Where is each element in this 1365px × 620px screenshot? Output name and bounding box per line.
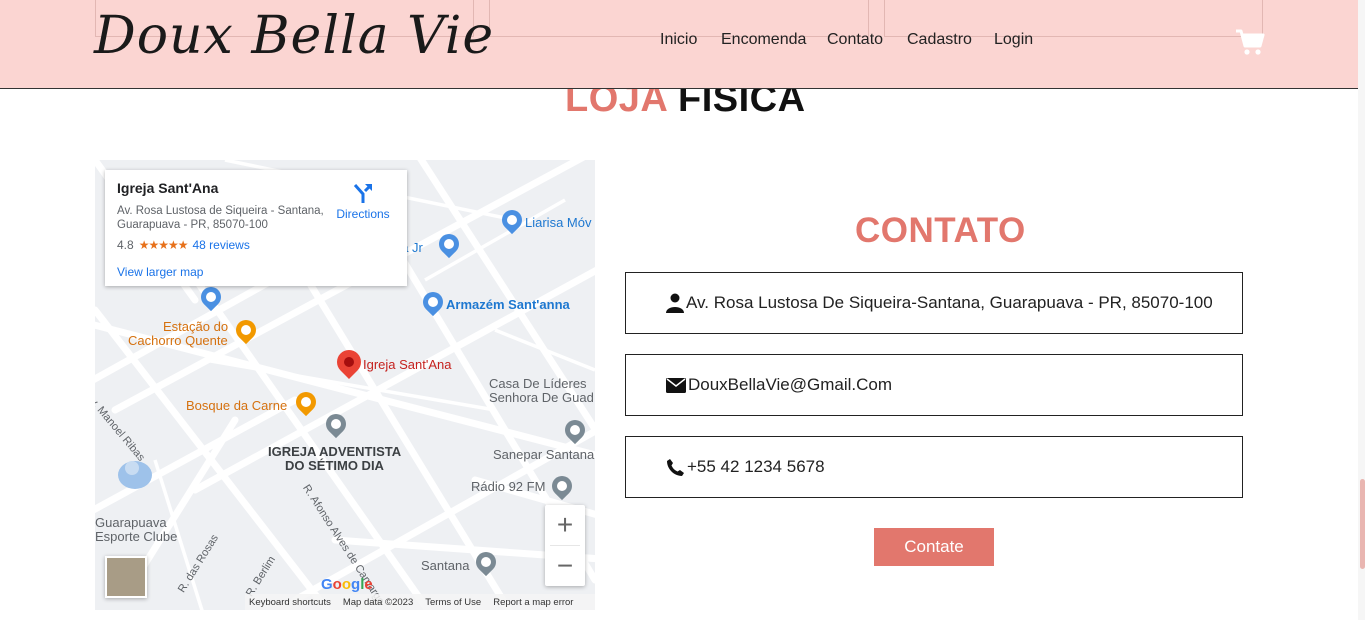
poi-igreja-santana[interactable]: Igreja Sant'Ana: [363, 358, 452, 372]
satellite-view-toggle[interactable]: [105, 556, 147, 598]
site-header: Doux Bella Vie Inicio Encomenda Contato …: [0, 0, 1358, 89]
nav-cadastro[interactable]: Cadastro: [907, 31, 972, 49]
nav-contato[interactable]: Contato: [827, 31, 883, 49]
phone-icon: [667, 458, 684, 476]
nav-inicio[interactable]: Inicio: [660, 31, 697, 49]
map-place-card: Igreja Sant'Ana Av. Rosa Lustosa de Siqu…: [105, 170, 407, 286]
place-address: Av. Rosa Lustosa de Siqueira - Santana, …: [117, 205, 324, 231]
rating-value: 4.8: [117, 238, 134, 252]
store-map[interactable]: Liarisa Móv ria Jr Armazém Sant'anna Est…: [95, 160, 595, 610]
poi-sanepar[interactable]: Sanepar Santana: [493, 448, 594, 462]
contact-phone: +55 42 1234 5678: [687, 457, 825, 476]
poi-guarapuava-line2[interactable]: Esporte Clube: [95, 530, 177, 544]
terms-of-use-link[interactable]: Terms of Use: [425, 597, 481, 608]
site-logo[interactable]: Doux Bella Vie: [94, 6, 494, 66]
poi-bosque-da-carne[interactable]: Bosque da Carne: [186, 399, 287, 413]
contact-address-box: Av. Rosa Lustosa De Siqueira-Santana, Gu…: [625, 272, 1243, 334]
poi-adventista-line1[interactable]: IGREJA ADVENTISTA: [268, 445, 401, 459]
map-data-label: Map data ©2023: [342, 596, 414, 608]
poi-casa-line1[interactable]: Casa De Líderes: [489, 377, 587, 391]
page-scrollbar-thumb[interactable]: [1360, 479, 1365, 569]
map-zoom-controls: + −: [545, 505, 585, 586]
map-attribution: Keyboard shortcuts Map data ©2023 Terms …: [245, 594, 595, 610]
reviews-link[interactable]: 48 reviews: [192, 238, 249, 252]
place-rating-row: 4.8 ★★★★★ 48 reviews: [117, 238, 395, 252]
view-larger-map-link[interactable]: View larger map: [117, 265, 203, 279]
poi-liarisa[interactable]: Liarisa Móv: [525, 216, 591, 230]
poi-estacao-line1[interactable]: Estação do: [163, 320, 228, 334]
contact-title: CONTATO: [855, 211, 1026, 250]
contact-email: DouxBellaVie@Gmail.Com: [688, 375, 893, 394]
directions-icon: [353, 183, 373, 203]
poi-casa-line2[interactable]: Senhora De Guad: [489, 391, 594, 405]
contact-address: Av. Rosa Lustosa De Siqueira-Santana, Gu…: [686, 293, 1213, 312]
poi-estacao-line2[interactable]: Cachorro Quente: [128, 334, 228, 348]
report-map-error-link[interactable]: Report a map error: [493, 597, 573, 608]
google-logo: Google: [321, 576, 373, 593]
poi-santana[interactable]: Santana: [421, 559, 469, 573]
directions-button[interactable]: Directions: [333, 182, 393, 221]
zoom-out-button[interactable]: −: [545, 546, 585, 586]
contact-email-box: DouxBellaVie@Gmail.Com: [625, 354, 1243, 416]
keyboard-shortcuts-link[interactable]: Keyboard shortcuts: [249, 597, 331, 608]
contact-phone-box: +55 42 1234 5678: [625, 436, 1243, 498]
zoom-in-button[interactable]: +: [545, 505, 585, 545]
poi-adventista-line2[interactable]: DO SÉTIMO DIA: [285, 459, 384, 473]
nav-encomenda[interactable]: Encomenda: [721, 31, 806, 49]
contate-button[interactable]: Contate: [874, 528, 994, 566]
cart-icon[interactable]: [1235, 28, 1265, 56]
directions-label: Directions: [336, 207, 390, 221]
rating-stars-icon: ★★★★★: [138, 238, 189, 252]
nav-login[interactable]: Login: [994, 31, 1033, 49]
user-icon: [666, 293, 684, 313]
poi-guarapuava-line1[interactable]: Guarapuava: [95, 516, 167, 530]
envelope-icon: [666, 377, 686, 393]
poi-radio-92[interactable]: Rádio 92 FM: [471, 480, 545, 494]
poi-armazem[interactable]: Armazém Sant'anna: [446, 298, 570, 312]
